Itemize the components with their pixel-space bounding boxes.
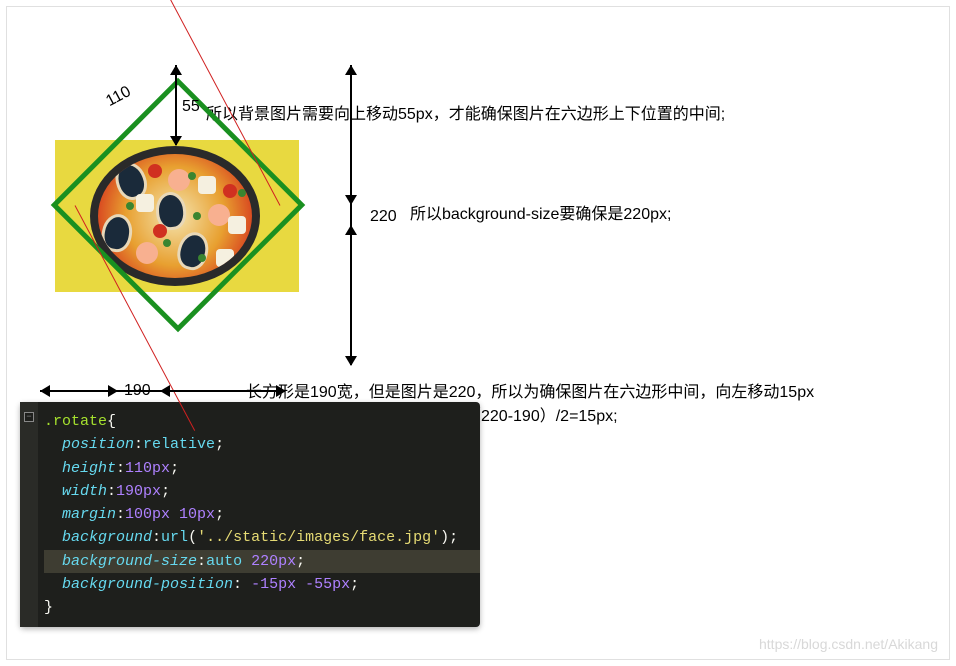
css-code-snippet: − .rotate{ position:relative; height:110… [20,402,480,627]
arrow-head-icon [345,65,357,75]
watermark-text: https://blog.csdn.net/Akikang [759,636,938,652]
dimension-label-190: 190 [124,382,151,400]
dimension-label-220: 220 [370,208,397,226]
arrow-head-icon [160,385,170,397]
dimension-arrow-220 [350,65,352,365]
code-content: .rotate{ position:relative; height:110px… [44,410,480,619]
explanation-text-3b: （220-190）/2=15px; [465,402,618,426]
explanation-text-2: 所以background-size要确保是220px; [410,200,671,224]
arrow-head-icon [345,225,357,235]
explanation-text-1: 所以背景图片需要向上移动55px，才能确保图片在六边形上下位置的中间; [206,100,725,124]
fold-icon[interactable]: − [24,412,34,422]
arrow-head-icon [170,65,182,75]
arrow-head-icon [108,385,118,397]
dimension-arrow-55 [175,65,177,145]
arrow-head-icon [345,195,357,205]
arrow-head-icon [170,136,182,146]
arrow-head-icon [345,356,357,366]
arrow-head-icon [276,385,286,397]
dimension-label-55: 55 [182,98,200,116]
arrow-head-icon [40,385,50,397]
explanation-text-3: 长方形是190宽，但是图片是220，所以为确保图片在六边形中间，向左移动15px [246,378,814,402]
code-gutter: − [20,402,38,627]
dimension-label-110: 110 [103,83,134,111]
